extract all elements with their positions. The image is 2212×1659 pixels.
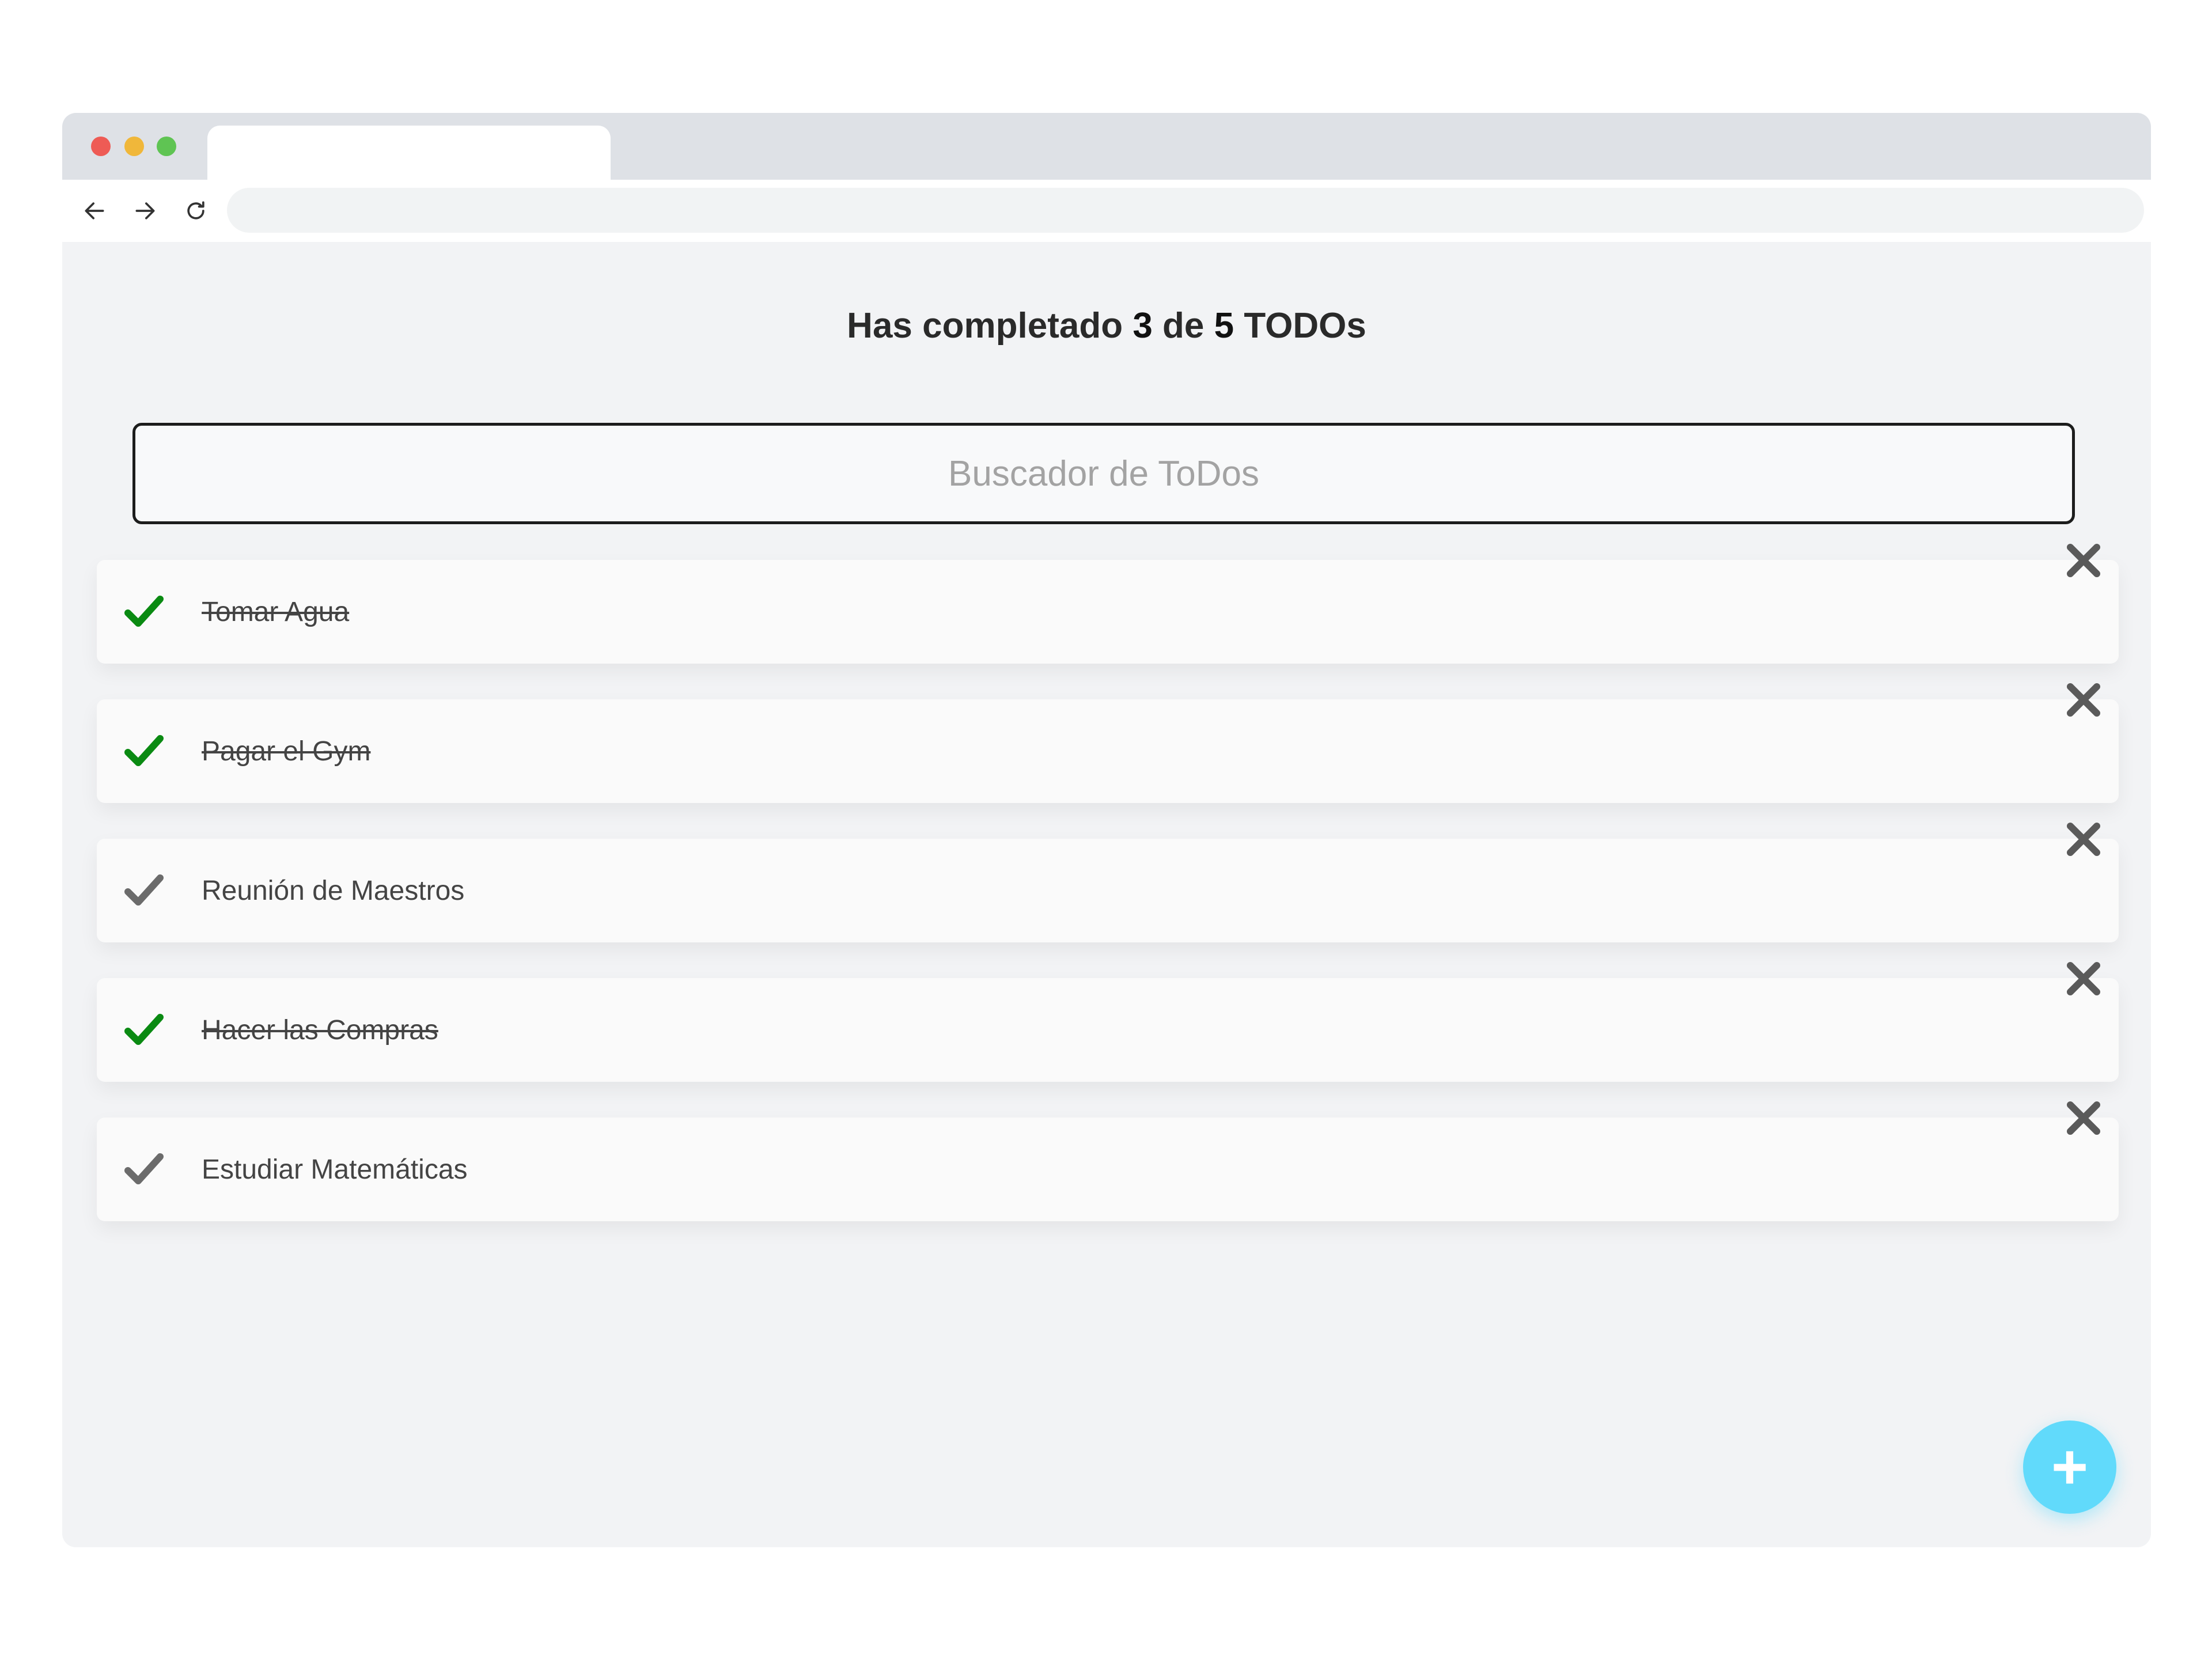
- close-window-button[interactable]: [91, 137, 111, 156]
- back-arrow-icon[interactable]: [76, 192, 113, 229]
- maximize-window-button[interactable]: [157, 137, 176, 156]
- todo-text: Hacer las Compras: [202, 1014, 438, 1046]
- todo-item: Reunión de Maestros: [97, 823, 2119, 942]
- plus-icon: +: [2051, 1431, 2089, 1502]
- check-icon[interactable]: [124, 733, 164, 770]
- todo-text: Estudiar Matemáticas: [202, 1154, 468, 1185]
- check-icon[interactable]: [124, 1151, 164, 1188]
- close-icon[interactable]: [2065, 820, 2103, 858]
- todo-text: Pagar el Gym: [202, 736, 371, 767]
- close-icon[interactable]: [2065, 1099, 2103, 1137]
- add-todo-button[interactable]: +: [2023, 1421, 2116, 1514]
- search-input[interactable]: [135, 426, 2072, 521]
- todo-text: Tomar Agua: [202, 596, 350, 627]
- close-icon[interactable]: [2065, 960, 2103, 998]
- todo-list: Tomar Agua Pagar el Gym Reunión de Maestro…: [97, 544, 2119, 1257]
- close-icon[interactable]: [2065, 681, 2103, 719]
- counter-middle: de: [1162, 306, 1205, 346]
- todo-item: Hacer las Compras: [97, 962, 2119, 1082]
- minimize-window-button[interactable]: [124, 137, 144, 156]
- browser-toolbar: [62, 180, 2151, 242]
- reload-icon[interactable]: [177, 192, 214, 229]
- completed-count: 3: [1132, 306, 1153, 346]
- title-bar: [62, 113, 2151, 180]
- address-bar[interactable]: [227, 188, 2144, 233]
- counter-prefix: Has completado: [847, 306, 1123, 346]
- todo-item: Pagar el Gym: [97, 683, 2119, 803]
- todo-text: Reunión de Maestros: [202, 875, 465, 906]
- todo-item: Estudiar Matemáticas: [97, 1101, 2119, 1221]
- browser-window: Has completado 3 de 5 TODOs Tomar Agua Pa…: [62, 113, 2151, 1547]
- check-icon[interactable]: [124, 872, 164, 909]
- todo-item: Tomar Agua: [97, 544, 2119, 664]
- todo-counter: Has completado 3 de 5 TODOs: [62, 305, 2151, 346]
- forward-arrow-icon[interactable]: [127, 192, 164, 229]
- browser-tab[interactable]: [207, 126, 611, 180]
- search-box: [132, 423, 2075, 524]
- close-icon[interactable]: [2065, 541, 2103, 579]
- check-icon[interactable]: [124, 593, 164, 630]
- check-icon[interactable]: [124, 1012, 164, 1048]
- total-count: 5: [1214, 306, 1234, 346]
- app-content: Has completado 3 de 5 TODOs Tomar Agua Pa…: [62, 242, 2151, 1547]
- counter-suffix: TODOs: [1244, 306, 1366, 346]
